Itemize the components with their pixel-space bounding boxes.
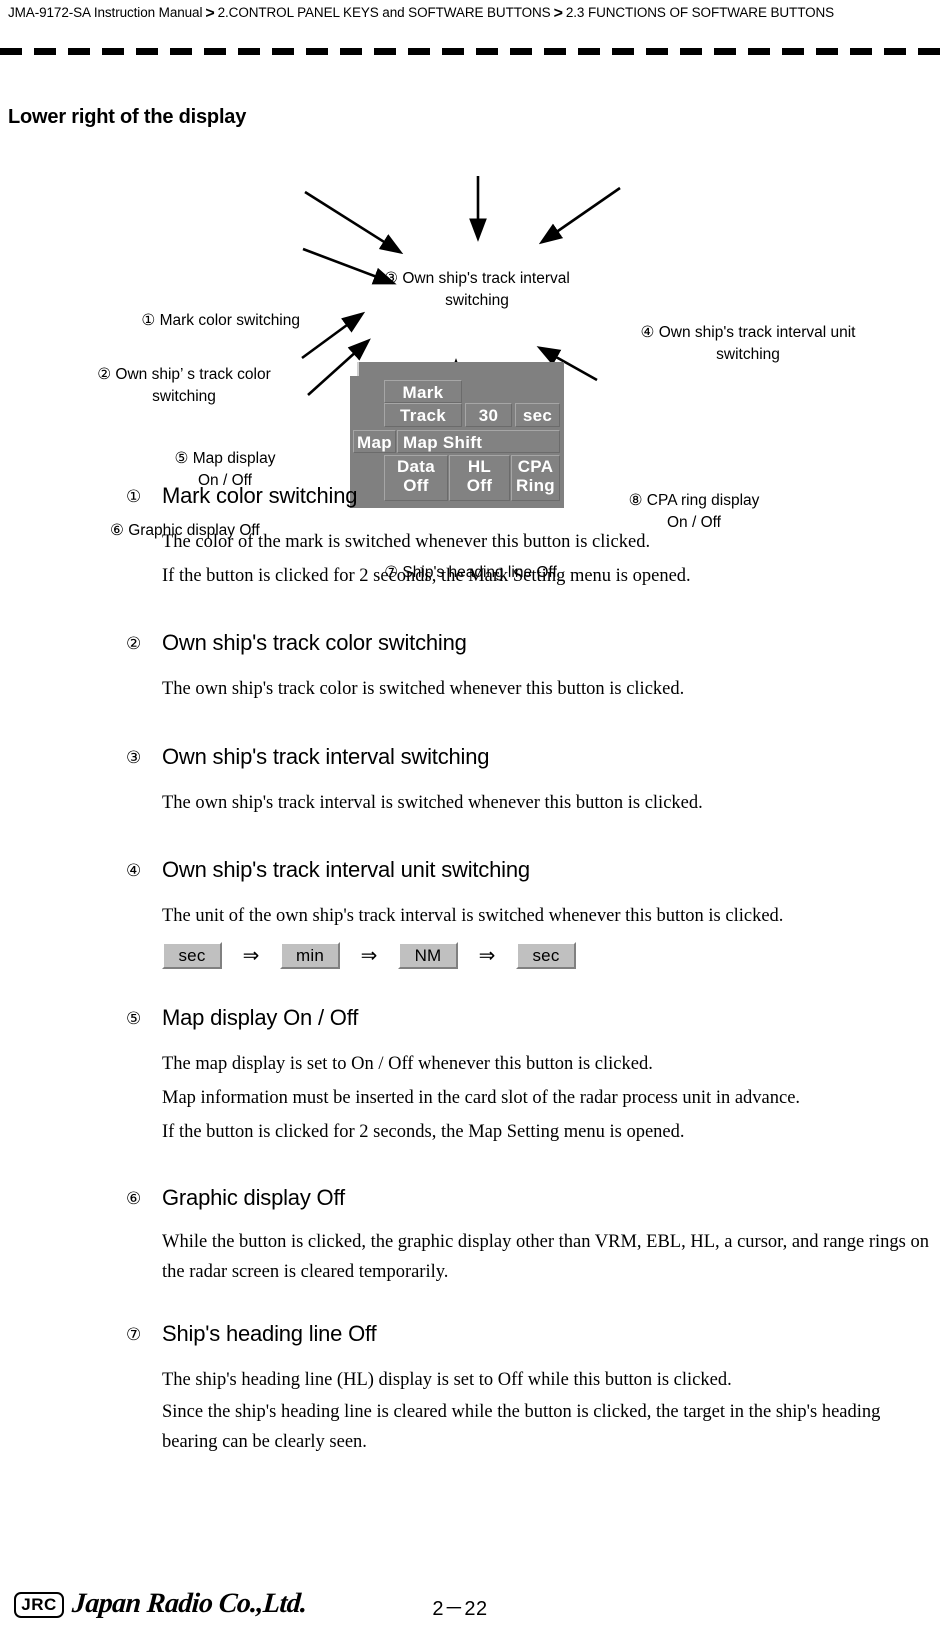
button-hl-off[interactable]: HL Off bbox=[449, 455, 510, 501]
item-7-heading: Ship's heading line Off bbox=[162, 1321, 377, 1346]
header-dashed-divider bbox=[0, 48, 952, 55]
item-3-number: ③ bbox=[126, 748, 142, 767]
unit-switch-sequence: sec ⇒ min ⇒ NM ⇒ sec bbox=[162, 942, 576, 969]
item-1-heading: Mark color switching bbox=[162, 483, 358, 508]
company-name: Japan Radio Co.,Ltd. bbox=[70, 1588, 308, 1619]
item-5-number: ⑤ bbox=[126, 1009, 142, 1028]
item-1-paragraph-2: If the button is clicked for 2 seconds, … bbox=[162, 566, 691, 586]
sequence-arrow-icon-3: ⇒ bbox=[478, 945, 496, 967]
item-1-paragraph-1: The color of the mark is switched whenev… bbox=[162, 532, 651, 552]
item-4-heading: Own ship's track interval unit switching bbox=[162, 857, 530, 882]
button-track-interval-unit[interactable]: sec bbox=[515, 403, 560, 427]
breadcrumb-separator-icon-2: > bbox=[553, 5, 563, 22]
item-1-body: The color of the mark is switched whenev… bbox=[162, 525, 930, 593]
item-6-body: While the button is clicked, the graphic… bbox=[162, 1227, 930, 1287]
item-2-heading: Own ship's track color switching bbox=[162, 630, 467, 655]
sequence-arrow-icon-2: ⇒ bbox=[360, 945, 378, 967]
item-2-number: ② bbox=[126, 634, 142, 653]
button-track[interactable]: Track bbox=[384, 403, 462, 427]
callout-4-track-interval-unit-switching: ④ Own ship's track interval unit switchi… bbox=[640, 324, 856, 363]
item-3-paragraph-1: The own ship's track interval is switche… bbox=[162, 793, 703, 813]
unit-button-nm[interactable]: NM bbox=[398, 942, 458, 969]
item-7-paragraph-2: Since the ship's heading line is cleared… bbox=[162, 1402, 881, 1452]
figure-lower-right-display: Mark Track 30 sec Map Map Shift Data Off… bbox=[0, 130, 952, 581]
unit-button-sec-1[interactable]: sec bbox=[162, 942, 222, 969]
sequence-arrow-icon-1: ⇒ bbox=[242, 945, 260, 967]
item-2-body: The own ship's track color is switched w… bbox=[162, 672, 930, 706]
item-4-paragraph-1: The unit of the own ship's track interva… bbox=[162, 906, 784, 926]
button-data-off-line1: Data bbox=[396, 457, 436, 476]
page-number: 2－22 bbox=[432, 1598, 488, 1620]
breadcrumb-item-chapter: 2.CONTROL PANEL KEYS and SOFTWARE BUTTON… bbox=[217, 5, 551, 20]
button-map-shift[interactable]: Map Shift bbox=[397, 430, 560, 453]
breadcrumb: JMA-9172-SA Instruction Manual >2.CONTROL… bbox=[8, 2, 888, 24]
button-hl-off-line2: Off bbox=[466, 476, 493, 495]
item-5-paragraph-1: The map display is set to On / Off whene… bbox=[162, 1054, 653, 1074]
unit-button-min[interactable]: min bbox=[280, 942, 340, 969]
callout-3-track-interval-switching: ③ Own ship's track interval switching bbox=[384, 270, 570, 309]
item-7-body: The ship's heading line (HL) display is … bbox=[162, 1363, 930, 1457]
item-5-paragraph-3: If the button is clicked for 2 seconds, … bbox=[162, 1122, 685, 1142]
radar-software-button-panel: Mark Track 30 sec Map Map Shift Data Off… bbox=[350, 362, 564, 508]
item-4-body: The unit of the own ship's track interva… bbox=[162, 899, 930, 933]
button-cpa-ring-line2: Ring bbox=[516, 476, 555, 495]
panel-corner-notch bbox=[350, 362, 359, 376]
button-cpa-ring-line1: CPA bbox=[517, 457, 554, 476]
item-6-paragraph-1: While the button is clicked, the graphic… bbox=[162, 1232, 930, 1282]
button-data-off-line2: Off bbox=[403, 476, 429, 495]
item-3-heading: Own ship's track interval switching bbox=[162, 744, 490, 769]
item-3-body: The own ship's track interval is switche… bbox=[162, 786, 930, 820]
item-4-number: ④ bbox=[126, 861, 142, 880]
item-7-number: ⑦ bbox=[126, 1325, 142, 1344]
item-1-number: ① bbox=[126, 487, 142, 506]
item-5-body: The map display is set to On / Off whene… bbox=[162, 1047, 930, 1149]
button-map[interactable]: Map bbox=[353, 430, 396, 453]
breadcrumb-item-section: 2.3 FUNCTIONS OF SOFTWARE BUTTONS bbox=[565, 5, 835, 20]
breadcrumb-separator-icon: > bbox=[205, 5, 215, 22]
unit-button-sec-2[interactable]: sec bbox=[516, 942, 576, 969]
jrc-logo-mark: JRC bbox=[14, 1592, 64, 1618]
button-track-interval[interactable]: 30 bbox=[465, 403, 512, 427]
breadcrumb-item-manual: JMA-9172-SA Instruction Manual bbox=[8, 5, 203, 20]
button-mark[interactable]: Mark bbox=[384, 380, 462, 403]
item-5-paragraph-2: Map information must be inserted in the … bbox=[162, 1088, 801, 1108]
callout-1-mark-color-switching: ① Mark color switching bbox=[141, 312, 300, 329]
page-footer: JRC Japan Radio Co.,Ltd. 2－22 bbox=[0, 1586, 952, 1641]
page-title: Lower right of the display bbox=[8, 106, 247, 128]
item-2-paragraph-1: The own ship's track color is switched w… bbox=[162, 679, 685, 699]
callout-2-track-color-switching: ② Own ship’ s track color switching bbox=[97, 366, 271, 405]
item-6-heading: Graphic display Off bbox=[162, 1185, 345, 1210]
button-hl-off-line1: HL bbox=[467, 457, 492, 476]
button-data-off[interactable]: Data Off bbox=[384, 455, 448, 501]
item-7-paragraph-1: The ship's heading line (HL) display is … bbox=[162, 1370, 732, 1390]
button-cpa-ring[interactable]: CPA Ring bbox=[511, 455, 560, 501]
item-5-heading: Map display On / Off bbox=[162, 1005, 359, 1030]
item-6-number: ⑥ bbox=[126, 1189, 142, 1208]
